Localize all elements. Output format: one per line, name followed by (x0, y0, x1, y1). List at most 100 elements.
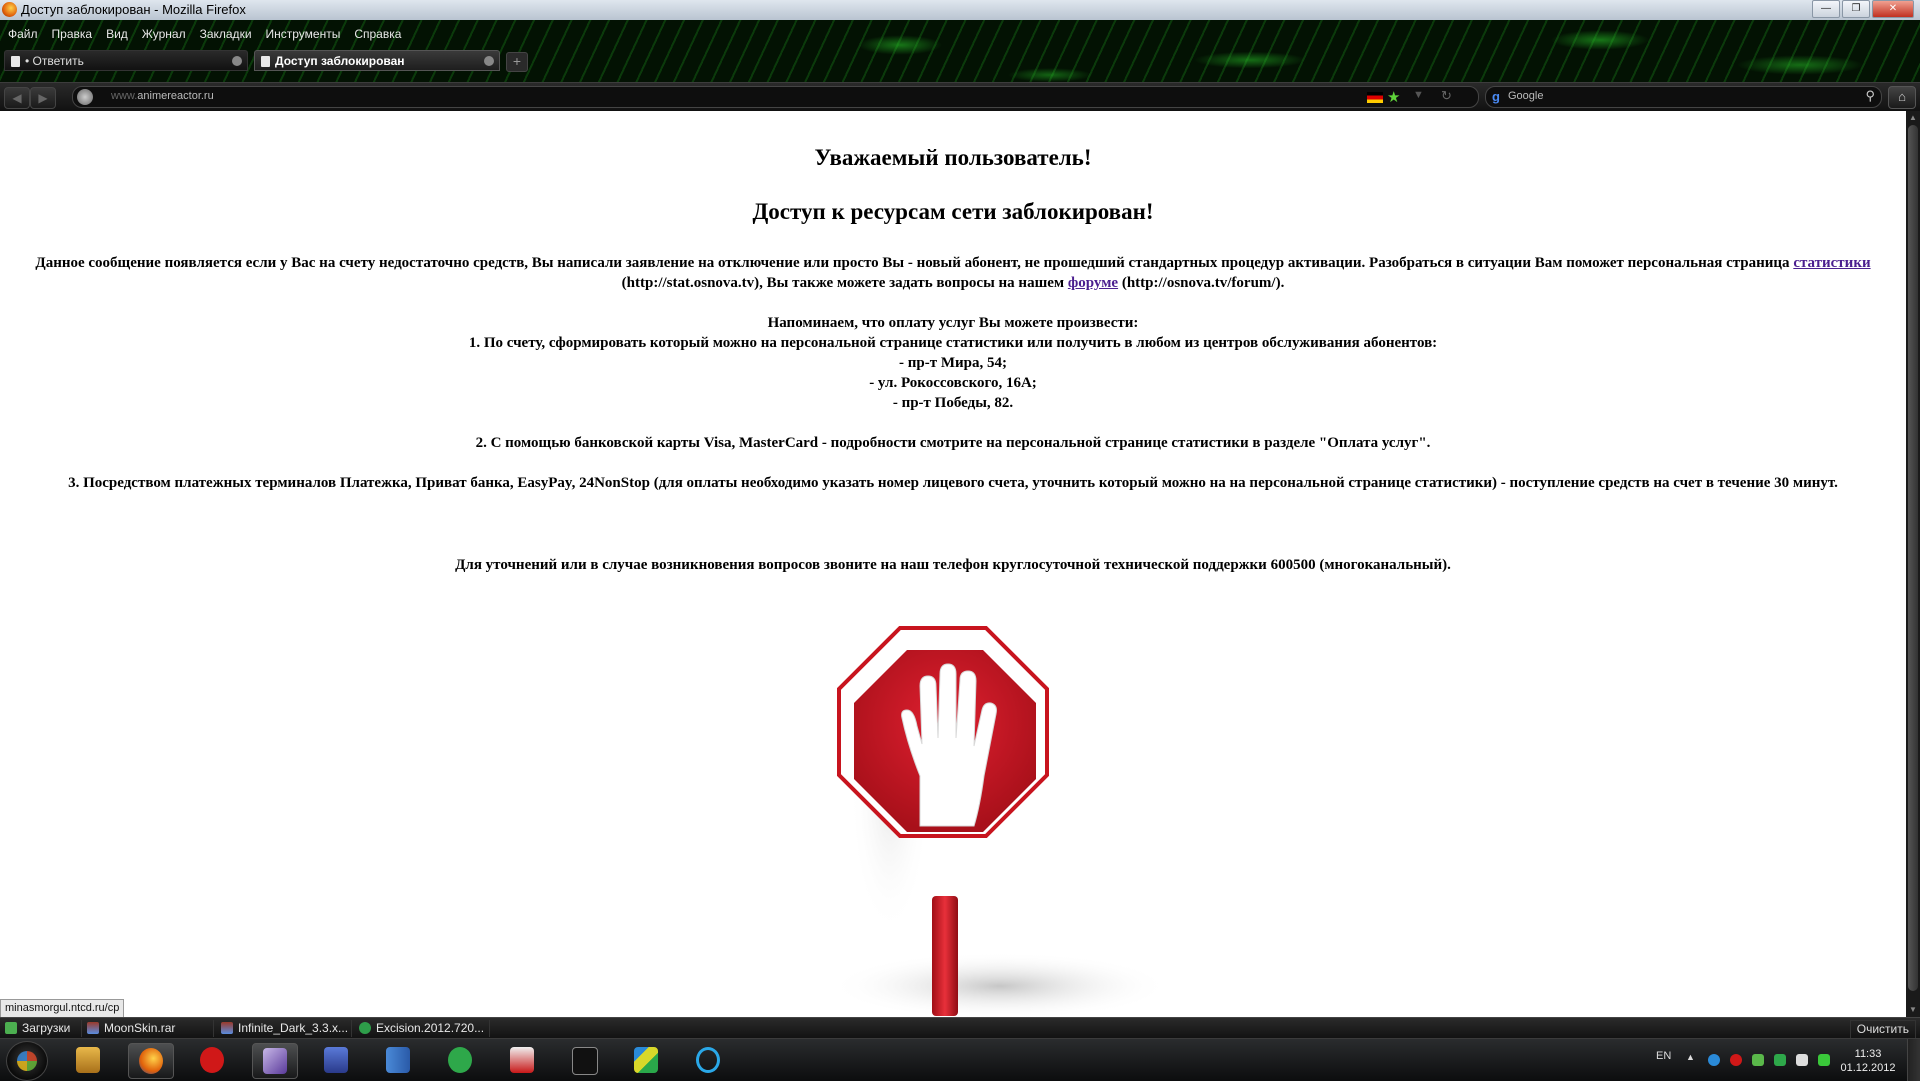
taskbar-cmd[interactable] (562, 1043, 606, 1077)
taskbar-save[interactable] (314, 1043, 358, 1077)
menu-edit[interactable]: Правка (52, 27, 93, 41)
window-controls: — ❐ ✕ (1812, 0, 1914, 18)
taskbar-utorrent[interactable] (438, 1043, 482, 1077)
bookmark-star-icon[interactable]: ★ (1387, 88, 1400, 106)
tray-app-icon[interactable] (1708, 1054, 1720, 1066)
navigation-toolbar: ◀ ▶ www.animereactor.ru ★ ▼ ↻ g Google ⚲… (0, 82, 1920, 111)
address-3: - пр-т Победы, 82. (892, 395, 1014, 411)
firefox-logo-icon (2, 2, 17, 17)
menu-tools[interactable]: Инструменты (266, 27, 341, 41)
back-button[interactable]: ◀ (4, 87, 30, 109)
menu-file[interactable]: Файл (8, 27, 38, 41)
download-item[interactable]: Infinite_Dark_3.3.x... (218, 1020, 352, 1037)
clock-time: 11:33 (1854, 1048, 1882, 1060)
close-tab-icon[interactable] (484, 56, 494, 66)
home-button[interactable]: ⌂ (1888, 86, 1916, 109)
download-item[interactable]: MoonSkin.rar (84, 1020, 214, 1037)
forward-button[interactable]: ▶ (30, 87, 56, 109)
scroll-down-icon[interactable]: ▼ (1908, 1005, 1918, 1015)
winrar-icon (221, 1022, 233, 1034)
utorrent-icon (448, 1047, 472, 1073)
save-disk-icon (324, 1047, 348, 1073)
download-item[interactable]: Excision.2012.720... (356, 1020, 490, 1037)
taskbar-visual-studio[interactable] (252, 1043, 298, 1079)
search-engine-label: Google (1508, 90, 1544, 102)
gradient-app-icon (634, 1047, 658, 1073)
taskbar-explorer[interactable] (66, 1043, 110, 1077)
downloads-button[interactable]: Загрузки (2, 1020, 82, 1037)
system-tray: EN ▲ 11:33 01.12.2012 (1648, 1039, 1920, 1081)
google-icon: g (1492, 89, 1500, 104)
window-title: Доступ заблокирован - Mozilla Firefox (21, 2, 246, 17)
utorrent-file-icon (359, 1022, 371, 1034)
show-desktop-button[interactable] (1907, 1039, 1920, 1081)
forum-link[interactable]: форуме (1068, 275, 1118, 291)
payment-option-3: 3. Посредством платежных терминалов Плат… (68, 475, 1838, 491)
downloads-bar: Загрузки MoonSkin.rar Infinite_Dark_3.3.… (0, 1017, 1920, 1039)
german-flag-icon[interactable] (1367, 92, 1383, 103)
maximize-button[interactable]: ❐ (1842, 0, 1870, 18)
visual-studio-icon (263, 1048, 287, 1074)
download-arrow-icon (5, 1022, 17, 1034)
show-hidden-icons-icon[interactable]: ▲ (1686, 1052, 1695, 1062)
menu-history[interactable]: Журнал (142, 27, 186, 41)
tray-app-icon[interactable] (1752, 1054, 1764, 1066)
url-text: www.animereactor.ru (111, 90, 214, 102)
reload-icon[interactable]: ↻ (1441, 88, 1452, 104)
search-bar[interactable]: g Google ⚲ (1485, 86, 1882, 108)
menu-help[interactable]: Справка (354, 27, 401, 41)
menu-view[interactable]: Вид (106, 27, 128, 41)
system-clock[interactable]: 11:33 01.12.2012 (1838, 1047, 1898, 1075)
page-scrollbar[interactable]: ▲ ▼ (1906, 111, 1920, 1017)
taskbar-malwarebytes[interactable] (500, 1043, 544, 1077)
payment-reminder: Напоминаем, что оплату услуг Вы можете п… (767, 315, 1139, 331)
scrollbar-thumb[interactable] (1908, 125, 1918, 991)
page-content: Уважаемый пользователь! Доступ к ресурса… (0, 111, 1906, 1017)
address-1: - пр-т Мира, 54; (899, 355, 1007, 371)
search-icon[interactable]: ⚲ (1865, 88, 1875, 104)
dropdown-arrow-icon[interactable]: ▼ (1413, 89, 1424, 101)
taskbar-comodo[interactable] (190, 1043, 234, 1077)
tab-label: • Ответить (25, 54, 84, 68)
comodo-tray-icon[interactable] (1730, 1054, 1742, 1066)
menu-bookmarks[interactable]: Закладки (200, 27, 252, 41)
stop-sign-illustration (770, 626, 1190, 1017)
start-button[interactable] (6, 1041, 48, 1081)
clear-downloads-button[interactable]: Очистить (1849, 1020, 1916, 1039)
servers-icon (386, 1047, 410, 1073)
statistics-link[interactable]: статистики (1793, 255, 1870, 271)
page-subtitle: Доступ к ресурсам сети заблокирован! (752, 199, 1154, 224)
taskbar-servers[interactable] (376, 1043, 420, 1077)
winrar-icon (87, 1022, 99, 1034)
language-indicator[interactable]: EN (1656, 1050, 1671, 1062)
tab-bar: • Ответить Доступ заблокирован + (0, 50, 1920, 72)
comodo-icon (200, 1047, 224, 1073)
tab-access-blocked[interactable]: Доступ заблокирован (254, 50, 500, 71)
page-icon (261, 56, 270, 67)
close-tab-icon[interactable] (232, 56, 242, 66)
window-titlebar: Доступ заблокирован - Mozilla Firefox — … (0, 0, 1920, 20)
minimize-button[interactable]: — (1812, 0, 1840, 18)
tab-reply[interactable]: • Ответить (4, 50, 248, 71)
taskbar-ccleaner[interactable] (686, 1043, 730, 1077)
new-tab-button[interactable]: + (506, 52, 528, 72)
cmd-icon (572, 1047, 598, 1075)
utorrent-tray-icon[interactable] (1774, 1054, 1786, 1066)
status-url-tooltip: minasmorgul.ntcd.ru/cp (0, 999, 125, 1019)
battery-icon[interactable] (1818, 1054, 1830, 1066)
close-window-button[interactable]: ✕ (1872, 0, 1914, 18)
page-icon (11, 56, 20, 67)
scroll-up-icon[interactable]: ▲ (1908, 113, 1918, 123)
intro-paragraph: Данное сообщение появляется если у Вас н… (35, 255, 1871, 291)
site-identity-icon[interactable] (77, 89, 93, 105)
payment-option-2: 2. С помощью банковской карты Visa, Mast… (475, 435, 1431, 451)
clock-date: 01.12.2012 (1840, 1062, 1896, 1074)
taskbar-gradient-app[interactable] (624, 1043, 668, 1077)
windows-logo-icon (17, 1051, 37, 1071)
stop-hand-icon (830, 626, 1170, 1017)
network-icon[interactable] (1796, 1054, 1808, 1066)
taskbar-firefox[interactable] (128, 1043, 174, 1079)
tab-label: Доступ заблокирован (275, 54, 405, 68)
url-bar[interactable]: www.animereactor.ru ★ ▼ ↻ (72, 86, 1479, 108)
firefox-icon (139, 1048, 163, 1074)
